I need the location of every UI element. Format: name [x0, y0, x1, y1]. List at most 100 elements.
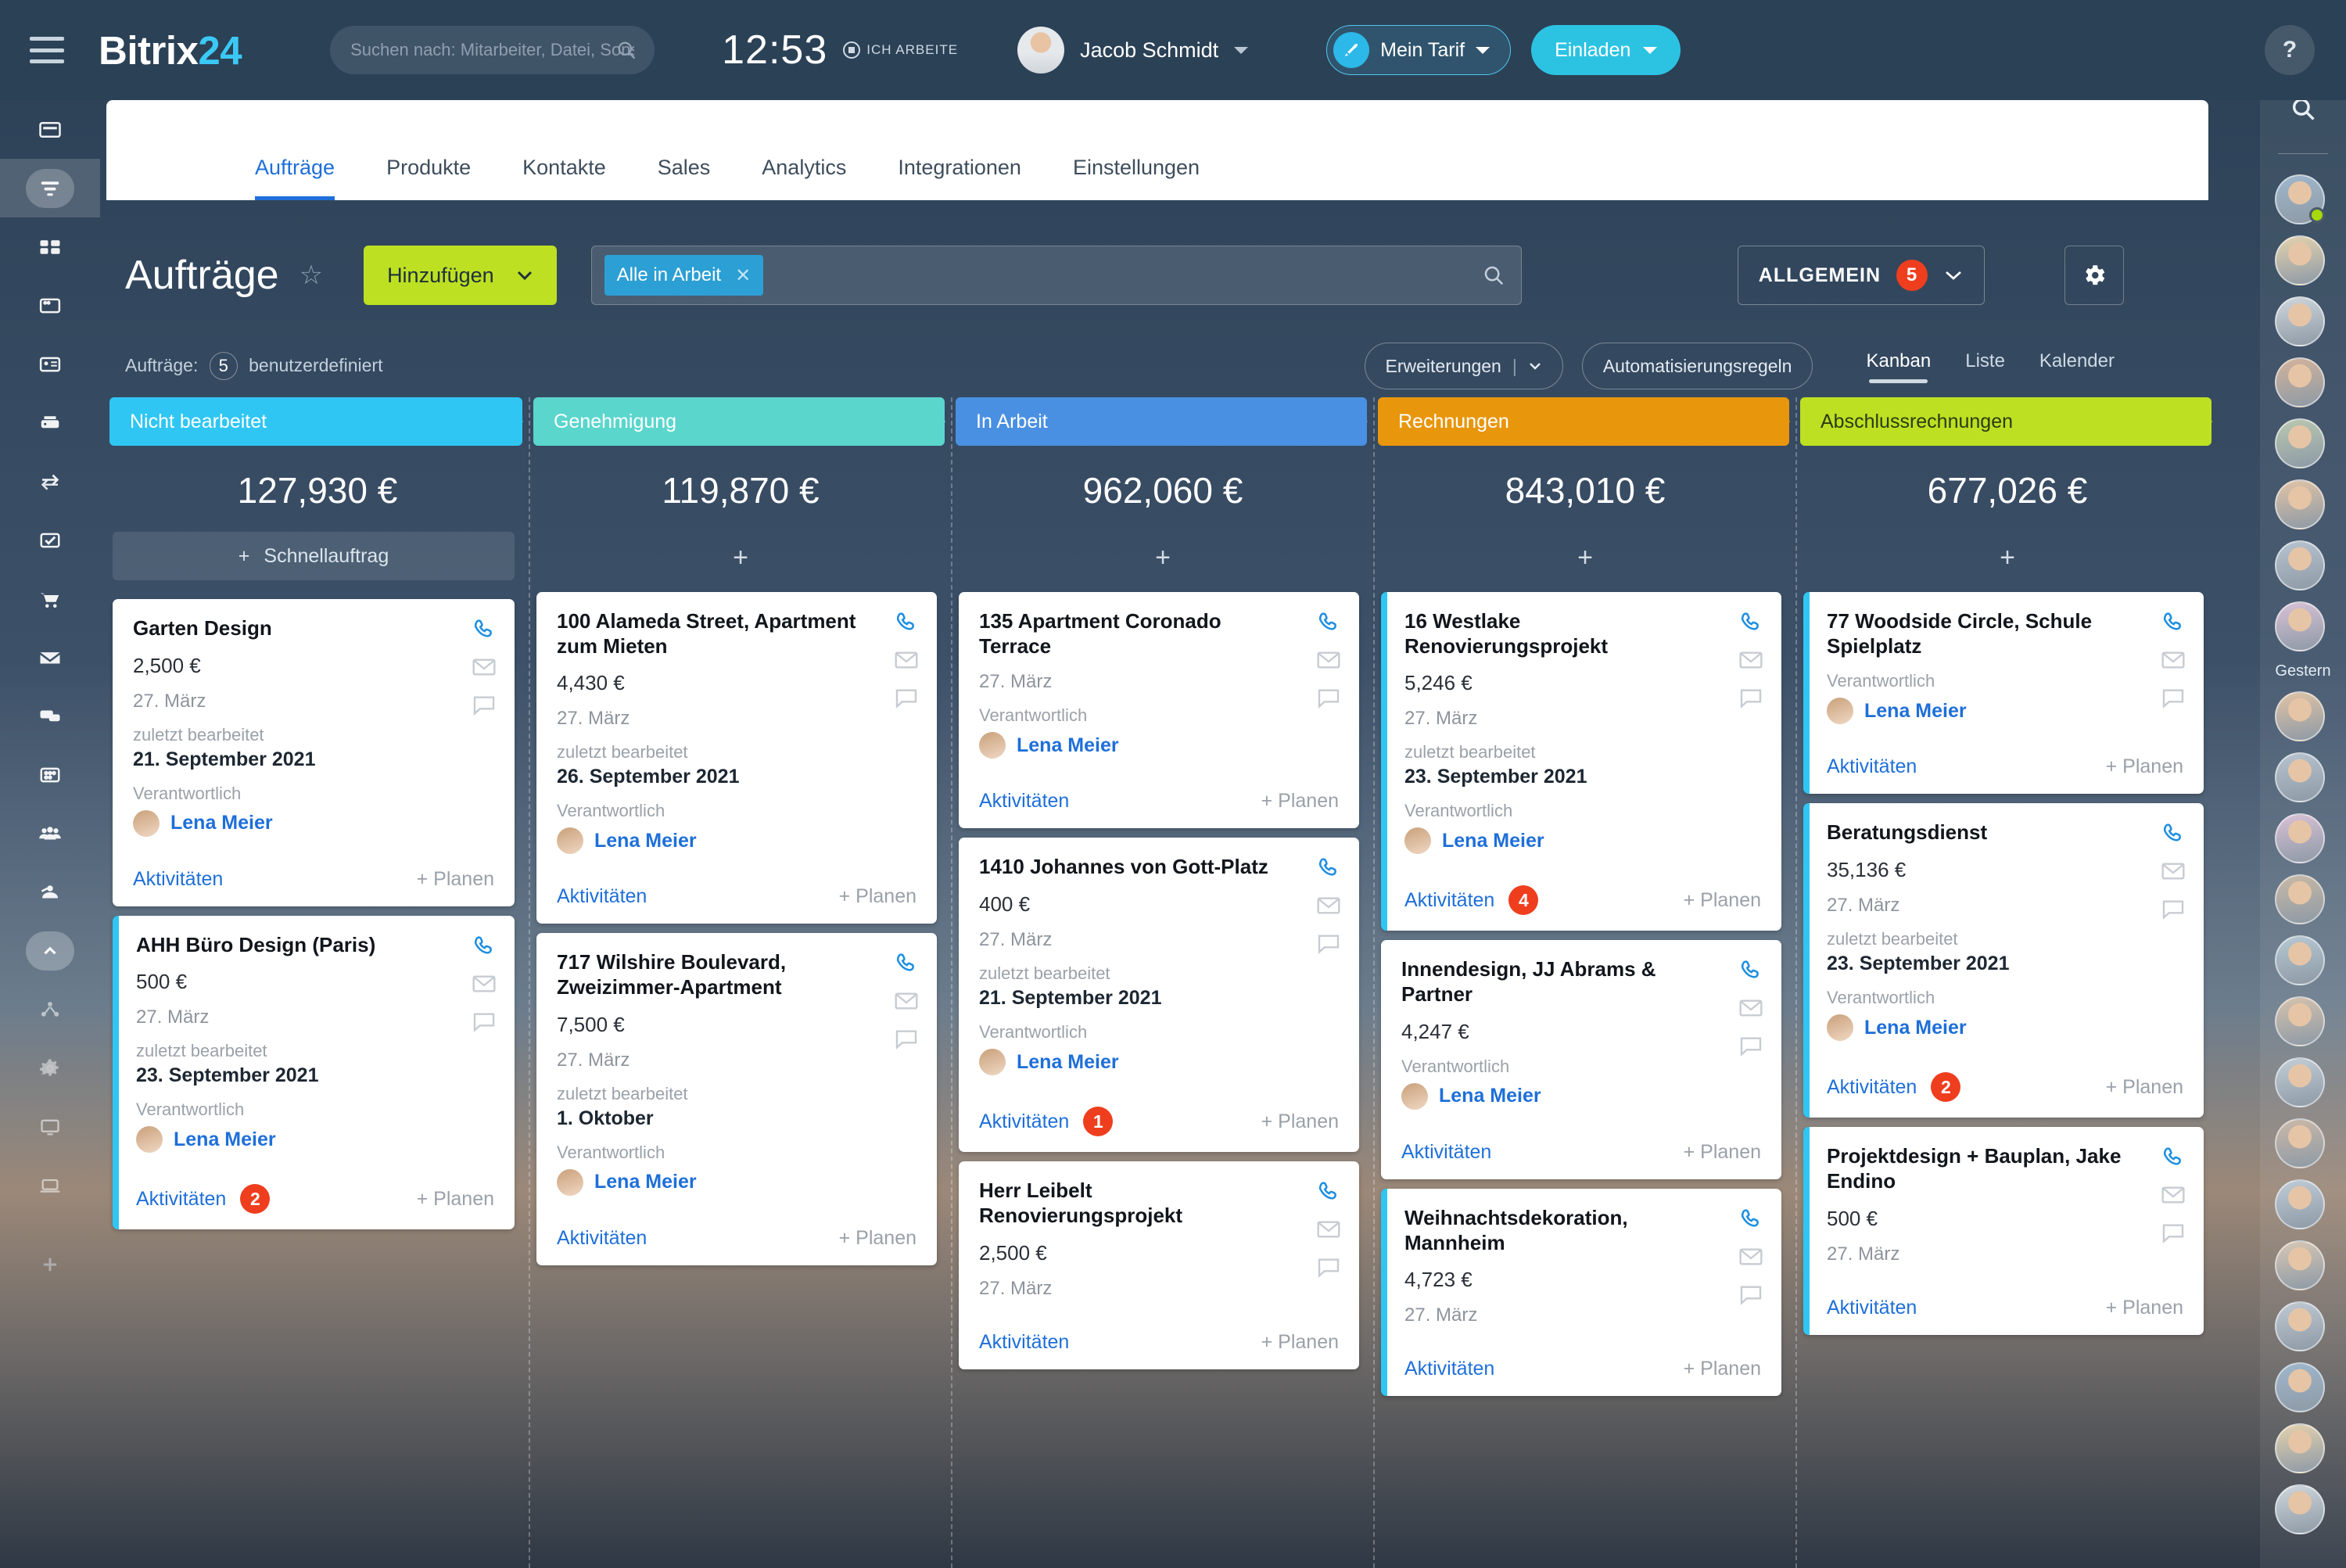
- comment-icon[interactable]: [1315, 930, 1342, 956]
- group-filter-button[interactable]: ALLGEMEIN 5: [1738, 246, 1985, 305]
- user-menu[interactable]: Jacob Schmidt: [1017, 27, 1248, 74]
- sidebar-item-mail[interactable]: [0, 628, 100, 687]
- kanban-card[interactable]: Herr Leibelt Renovierungsprojekt2,500 €2…: [959, 1161, 1359, 1369]
- envelope-icon[interactable]: [893, 647, 920, 673]
- add-card-button[interactable]: +: [530, 543, 951, 573]
- card-activities-link[interactable]: Aktivitäten: [979, 1331, 1069, 1354]
- envelope-icon[interactable]: [1738, 647, 1764, 673]
- kanban-card[interactable]: 16 Westlake Renovierungsprojekt5,246 €27…: [1381, 592, 1781, 931]
- sidebar-item-employees[interactable]: [0, 804, 100, 863]
- card-activities-link[interactable]: Aktivitäten: [1827, 1076, 1917, 1099]
- envelope-icon[interactable]: [471, 971, 497, 997]
- quick-deal-button[interactable]: +Schnellauftrag: [113, 532, 515, 580]
- avatar[interactable]: [2275, 174, 2325, 224]
- tab-integrationen[interactable]: Integrationen: [898, 156, 1021, 200]
- view-kalender[interactable]: Kalender: [2039, 350, 2115, 382]
- sidebar-item-add[interactable]: [0, 1235, 100, 1294]
- comment-icon[interactable]: [2160, 895, 2186, 922]
- card-plan-link[interactable]: + Planen: [2106, 755, 2183, 778]
- close-icon[interactable]: ✕: [735, 264, 751, 287]
- invite-button[interactable]: Einladen: [1531, 25, 1681, 75]
- avatar[interactable]: [2275, 296, 2325, 346]
- phone-icon[interactable]: [471, 616, 497, 643]
- phone-icon[interactable]: [893, 950, 920, 977]
- card-plan-link[interactable]: + Planen: [2106, 1297, 2183, 1319]
- avatar[interactable]: [2275, 691, 2325, 741]
- kanban-card[interactable]: Garten Design2,500 €27. Märzzuletzt bear…: [113, 599, 515, 906]
- avatar[interactable]: [2275, 357, 2325, 407]
- avatar[interactable]: [2275, 540, 2325, 590]
- card-plan-link[interactable]: + Planen: [417, 1188, 494, 1211]
- card-activities-link[interactable]: Aktivitäten: [1404, 1358, 1494, 1380]
- avatar[interactable]: [2275, 874, 2325, 924]
- avatar[interactable]: [2275, 1301, 2325, 1351]
- card-plan-link[interactable]: + Planen: [1684, 1141, 1761, 1164]
- card-plan-link[interactable]: + Planen: [1261, 1331, 1339, 1354]
- sidebar-item-mobile-app[interactable]: [0, 1156, 100, 1215]
- add-card-button[interactable]: +: [1797, 543, 2218, 573]
- filter-search-bar[interactable]: Alle in Arbeit ✕: [591, 246, 1522, 305]
- sidebar-item-sync[interactable]: [0, 452, 100, 511]
- sidebar-item-tasks[interactable]: [0, 511, 100, 569]
- phone-icon[interactable]: [2160, 609, 2186, 636]
- phone-icon[interactable]: [1738, 1206, 1764, 1233]
- card-plan-link[interactable]: + Planen: [417, 868, 494, 891]
- card-activities-link[interactable]: Aktivitäten: [1827, 1297, 1917, 1319]
- automation-button[interactable]: Automatisierungsregeln: [1582, 343, 1813, 389]
- envelope-icon[interactable]: [893, 988, 920, 1014]
- avatar[interactable]: [2275, 418, 2325, 468]
- global-search-input[interactable]: Suchen nach: Mitarbeiter, Datei, Sonstig…: [330, 26, 655, 74]
- card-activities-link[interactable]: Aktivitäten: [1404, 889, 1494, 912]
- avatar[interactable]: [2275, 1423, 2325, 1473]
- card-responsible[interactable]: Lena Meier: [979, 732, 1339, 759]
- card-responsible[interactable]: Lena Meier: [133, 810, 494, 837]
- comment-icon[interactable]: [893, 1025, 920, 1052]
- kanban-card[interactable]: 100 Alameda Street, Apartment zum Mieten…: [536, 592, 937, 924]
- extensions-button[interactable]: Erweiterungen |: [1365, 343, 1563, 389]
- avatar[interactable]: [2275, 1484, 2325, 1534]
- kanban-card[interactable]: 77 Woodside Circle, Schule SpielplatzVer…: [1803, 592, 2204, 794]
- tab-sales[interactable]: Sales: [658, 156, 711, 200]
- sidebar-item-desktop-app[interactable]: [0, 1097, 100, 1156]
- kanban-column-header[interactable]: In Arbeit: [956, 397, 1367, 446]
- envelope-icon[interactable]: [471, 654, 497, 680]
- tab-auftraege[interactable]: Aufträge: [255, 156, 335, 200]
- card-responsible[interactable]: Lena Meier: [1401, 1083, 1761, 1110]
- card-plan-link[interactable]: + Planen: [839, 1227, 917, 1250]
- phone-icon[interactable]: [893, 609, 920, 636]
- settings-button[interactable]: [2064, 246, 2124, 305]
- card-activities-link[interactable]: Aktivitäten: [979, 1111, 1069, 1133]
- phone-icon[interactable]: [1315, 855, 1342, 881]
- card-responsible[interactable]: Lena Meier: [1827, 698, 2183, 724]
- sidebar-item-settings[interactable]: [0, 1039, 100, 1097]
- kanban-card[interactable]: Projektdesign + Bauplan, Jake Endino500 …: [1803, 1127, 2204, 1334]
- avatar[interactable]: [2275, 1118, 2325, 1168]
- comment-icon[interactable]: [471, 1008, 497, 1035]
- sidebar-item-feed[interactable]: [0, 100, 100, 159]
- card-responsible[interactable]: Lena Meier: [136, 1126, 494, 1153]
- sidebar-item-apps[interactable]: [0, 217, 100, 276]
- avatar[interactable]: [2275, 813, 2325, 863]
- card-plan-link[interactable]: + Planen: [1684, 1358, 1761, 1380]
- card-responsible[interactable]: Lena Meier: [1827, 1014, 2183, 1041]
- card-activities-link[interactable]: Aktivitäten: [557, 885, 647, 908]
- comment-icon[interactable]: [2160, 1219, 2186, 1246]
- sidebar-item-sites[interactable]: [0, 980, 100, 1039]
- working-status[interactable]: ICH ARBEITE: [843, 41, 958, 59]
- add-card-button[interactable]: +: [952, 543, 1373, 573]
- sidebar-item-contacts[interactable]: [0, 335, 100, 393]
- phone-icon[interactable]: [1738, 609, 1764, 636]
- tab-einstellungen[interactable]: Einstellungen: [1073, 156, 1200, 200]
- card-responsible[interactable]: Lena Meier: [557, 827, 917, 854]
- kanban-card[interactable]: 1410 Johannes von Gott-Platz400 €27. Mär…: [959, 838, 1359, 1152]
- card-responsible[interactable]: Lena Meier: [557, 1169, 917, 1196]
- kanban-card[interactable]: Weihnachtsdekoration, Mannheim4,723 €27.…: [1381, 1189, 1781, 1396]
- tab-kontakte[interactable]: Kontakte: [522, 156, 606, 200]
- sidebar-item-board[interactable]: [0, 276, 100, 335]
- phone-icon[interactable]: [1315, 1179, 1342, 1205]
- card-activities-link[interactable]: Aktivitäten: [1827, 755, 1917, 778]
- avatar[interactable]: [2275, 1362, 2325, 1412]
- phone-icon[interactable]: [1738, 957, 1764, 984]
- hamburger-icon[interactable]: [30, 37, 64, 63]
- card-plan-link[interactable]: + Planen: [1261, 790, 1339, 813]
